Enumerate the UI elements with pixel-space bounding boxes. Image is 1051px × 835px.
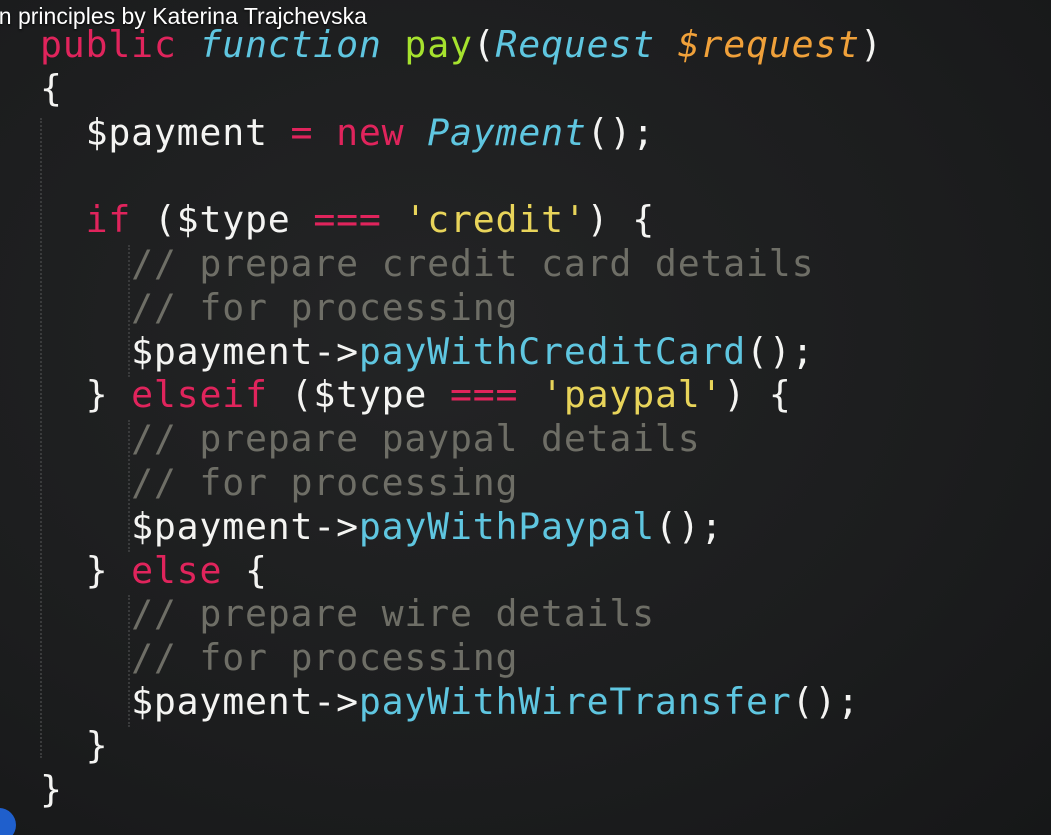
code-line-16: $payment->payWithWireTransfer(); bbox=[40, 680, 883, 724]
method-pay-wire-transfer: payWithWireTransfer bbox=[358, 679, 792, 723]
method-pay-credit-card: payWithCreditCard bbox=[358, 329, 747, 373]
code-line-7: // for processing bbox=[40, 286, 883, 330]
function-name: pay bbox=[404, 23, 473, 66]
if-open: ($type bbox=[153, 198, 291, 242]
code-line-14: // prepare wire details bbox=[40, 592, 883, 636]
code-line-8: $payment->payWithCreditCard(); bbox=[40, 330, 883, 374]
comment-paypal-1: // prepare paypal details bbox=[131, 417, 701, 461]
comment-credit-2: // for processing bbox=[131, 285, 519, 329]
close-brace: } bbox=[85, 723, 109, 767]
paren-open: ( bbox=[472, 23, 496, 66]
payment-object: $payment-> bbox=[131, 329, 359, 373]
call-parens: (); bbox=[654, 504, 724, 548]
code-line-12: $payment->payWithPaypal(); bbox=[40, 505, 883, 549]
video-title: gn principles by Katerina Trajchevska bbox=[0, 3, 367, 29]
paren-close: ) bbox=[859, 23, 883, 66]
method-pay-paypal: payWithPaypal bbox=[358, 504, 655, 548]
code-line-2: { bbox=[40, 67, 883, 111]
code-line-15: // for processing bbox=[40, 636, 883, 680]
code-line-3: $payment = new Payment(); bbox=[40, 111, 883, 155]
code-line-18: } bbox=[40, 768, 883, 812]
payment-object: $payment-> bbox=[131, 679, 359, 723]
code-line-5: if ($type === 'credit') { bbox=[40, 198, 883, 242]
keyword-elseif: elseif bbox=[131, 373, 268, 417]
string-credit: 'credit' bbox=[404, 198, 587, 242]
close-brace: } bbox=[85, 373, 109, 417]
call-parens: (); bbox=[586, 110, 655, 154]
comment-wire-1: // prepare wire details bbox=[131, 592, 655, 636]
code-line-11: // for processing bbox=[40, 461, 883, 505]
channel-avatar[interactable] bbox=[0, 808, 16, 835]
strict-eq-op: === bbox=[313, 198, 382, 242]
open-brace: { bbox=[40, 66, 63, 110]
call-parens: (); bbox=[746, 329, 815, 373]
comment-credit-1: // prepare credit card details bbox=[131, 241, 815, 285]
type-hint: Request bbox=[495, 23, 655, 66]
else-open: { bbox=[245, 548, 268, 592]
comment-wire-2: // for processing bbox=[131, 636, 519, 680]
code-line-10: // prepare paypal details bbox=[40, 417, 883, 461]
video-frame: gn principles by Katerina Trajchevska pu… bbox=[0, 0, 1051, 835]
var-payment: $payment bbox=[85, 110, 268, 154]
code-line-17: } bbox=[40, 724, 883, 768]
class-payment: Payment bbox=[427, 110, 587, 154]
comment-paypal-2: // for processing bbox=[131, 460, 519, 504]
assign-op: = bbox=[290, 110, 314, 154]
code-line-6: // prepare credit card details bbox=[40, 242, 883, 286]
elseif-close: ) { bbox=[723, 373, 792, 417]
keyword-if: if bbox=[85, 198, 132, 242]
keyword-new: new bbox=[336, 110, 405, 154]
close-brace: } bbox=[85, 548, 109, 592]
if-close: ) { bbox=[586, 198, 655, 242]
string-paypal: 'paypal' bbox=[541, 373, 724, 417]
payment-object: $payment-> bbox=[131, 504, 359, 548]
keyword-else: else bbox=[131, 548, 223, 592]
elseif-open: ($type bbox=[290, 373, 428, 417]
code-block: public function pay(Request $request) { … bbox=[40, 23, 883, 811]
call-parens: (); bbox=[791, 679, 860, 723]
strict-eq-op: === bbox=[450, 373, 519, 417]
code-line-13: } else { bbox=[40, 549, 883, 593]
code-line-9: } elseif ($type === 'paypal') { bbox=[40, 373, 883, 417]
param-name: $request bbox=[677, 23, 860, 66]
close-brace-function: } bbox=[40, 767, 63, 811]
